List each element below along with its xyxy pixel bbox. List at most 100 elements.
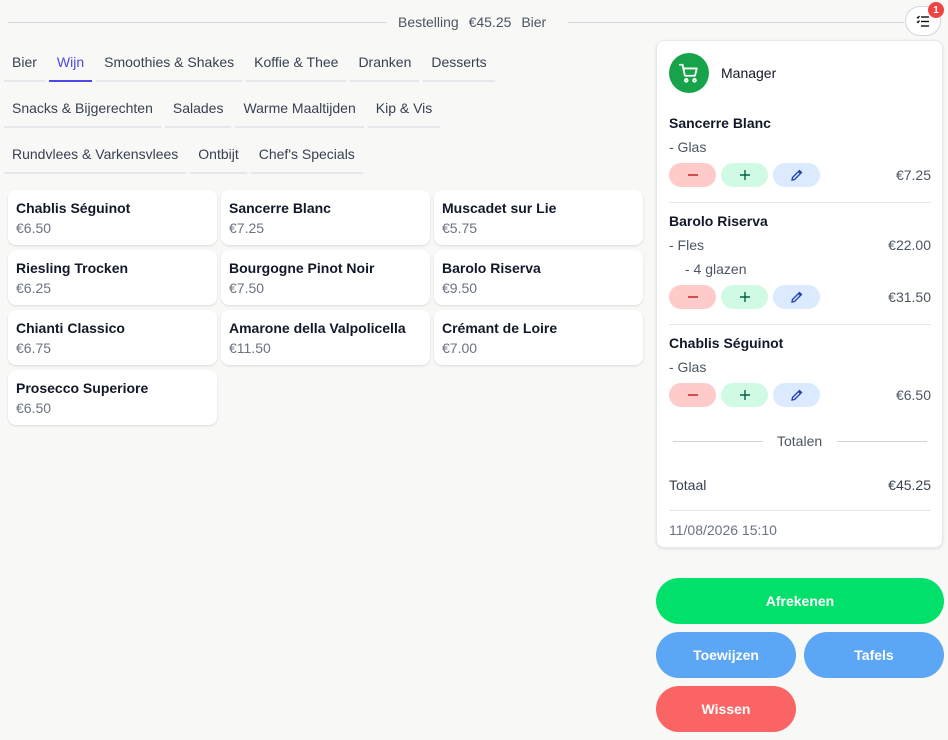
user-name: Manager [721, 65, 777, 81]
increase-button[interactable] [721, 163, 768, 187]
increase-button[interactable] [721, 383, 768, 407]
category-tabs: Bier Wijn Smoothies & Shakes Koffie & Thee D… [4, 46, 644, 184]
product-card[interactable]: Bourgogne Pinot Noir €7.50 [221, 250, 430, 305]
product-price: €11.50 [229, 340, 271, 356]
tab-snacks-bijgerechten[interactable]: Snacks & Bijgerechten [4, 92, 161, 128]
tab-desserts[interactable]: Desserts [423, 46, 495, 82]
total-divider [669, 510, 931, 511]
tab-ontbijt[interactable]: Ontbijt [190, 138, 247, 174]
plus-icon [739, 292, 750, 302]
decrease-button[interactable] [669, 163, 716, 187]
tables-button[interactable]: Tafels [804, 632, 944, 678]
tab-kip-vis[interactable]: Kip & Vis [367, 92, 441, 128]
tab-row-3: Rundvlees & Varkensvlees Ontbijt Chef's Sp… [4, 138, 644, 184]
order-item-name: Chablis Séguinot [669, 335, 784, 351]
order-amount: €45.25 [468, 14, 512, 30]
shopping-cart-icon [678, 63, 698, 83]
decrease-button[interactable] [669, 383, 716, 407]
product-price: €7.25 [229, 220, 265, 236]
product-price: €6.50 [16, 400, 52, 416]
product-card[interactable]: Chablis Séguinot €6.50 [8, 190, 217, 245]
product-name: Chablis Séguinot [16, 200, 131, 216]
order-item-controls: €7.25 [669, 163, 931, 187]
tab-dranken[interactable]: Dranken [350, 46, 420, 82]
edit-button[interactable] [773, 383, 820, 407]
product-name: Crémant de Loire [442, 320, 558, 336]
product-card[interactable]: Amarone della Valpolicella €11.50 [221, 310, 430, 365]
order-category: Bier [521, 14, 547, 30]
order-item-name: Sancerre Blanc [669, 115, 771, 131]
tab-row-2: Snacks & Bijgerechten Salades Warme Maalti… [4, 92, 644, 138]
decrease-button[interactable] [669, 285, 716, 309]
product-name: Muscadet sur Lie [442, 200, 557, 216]
order-item-variant: - Glas [669, 139, 707, 155]
order-item-extra: - 4 glazen [685, 261, 747, 277]
product-card[interactable]: Riesling Trocken €6.25 [8, 250, 217, 305]
order-count-badge: 1 [928, 2, 944, 18]
minus-icon [687, 394, 698, 396]
grand-total-row: Totaal €45.25 [669, 477, 931, 493]
product-card[interactable]: Sancerre Blanc €7.25 [221, 190, 430, 245]
tab-warme-maaltijden[interactable]: Warme Maaltijden [235, 92, 364, 128]
product-name: Barolo Riserva [442, 260, 541, 276]
product-price: €7.50 [229, 280, 265, 296]
order-label: Bestelling [398, 14, 459, 30]
order-item-controls: €31.50 [669, 285, 931, 309]
order-item: Chablis Séguinot - Glas €6.50 [669, 335, 931, 407]
totals-heading-text: Totalen [777, 433, 823, 449]
plus-icon [739, 390, 750, 400]
order-item-total: €7.25 [895, 167, 931, 183]
tab-koffie-thee[interactable]: Koffie & Thee [246, 46, 347, 82]
product-price: €6.50 [16, 220, 52, 236]
order-user: Manager [669, 53, 776, 93]
tab-chef-s-specials[interactable]: Chef's Specials [250, 138, 363, 174]
plus-icon [739, 170, 750, 180]
product-price: €5.75 [442, 220, 478, 236]
product-card[interactable]: Crémant de Loire €7.00 [434, 310, 643, 365]
tab-wijn[interactable]: Wijn [48, 46, 93, 82]
product-card[interactable]: Chianti Classico €6.75 [8, 310, 217, 365]
order-item-name: Barolo Riserva [669, 213, 768, 229]
product-grid: Chablis Séguinot €6.50 Sancerre Blanc €7.25… [8, 190, 644, 425]
tab-rundvlees-varkensvlees[interactable]: Rundvlees & Varkensvlees [4, 138, 187, 174]
product-name: Riesling Trocken [16, 260, 129, 276]
totals-divider-left [673, 441, 763, 442]
tab-salades[interactable]: Salades [164, 92, 232, 128]
pencil-icon [790, 389, 802, 401]
product-price: €7.00 [442, 340, 478, 356]
clear-button[interactable]: Wissen [656, 686, 796, 732]
order-item-variant-row: - Fles €22.00 [669, 237, 931, 253]
product-card[interactable]: Muscadet sur Lie €5.75 [434, 190, 643, 245]
header-divider-right [568, 22, 904, 23]
edit-button[interactable] [773, 163, 820, 187]
product-price: €6.75 [16, 340, 52, 356]
edit-button[interactable] [773, 285, 820, 309]
order-datetime: 11/08/2026 15:10 [669, 522, 777, 538]
assign-button[interactable]: Toewijzen [656, 632, 796, 678]
tab-smoothies-shakes[interactable]: Smoothies & Shakes [96, 46, 243, 82]
order-panel: Manager Sancerre Blanc - Glas €7.25 Baro… [656, 40, 943, 548]
product-name: Amarone della Valpolicella [229, 320, 406, 336]
product-price: €6.25 [16, 280, 52, 296]
tab-bier[interactable]: Bier [4, 46, 45, 82]
order-item-variant-row: - Glas [669, 359, 931, 375]
pencil-icon [790, 169, 802, 181]
grand-total-value: €45.25 [888, 477, 931, 493]
minus-icon [687, 296, 698, 298]
product-name: Bourgogne Pinot Noir [229, 260, 375, 276]
checkout-button[interactable]: Afrekenen [656, 578, 944, 624]
product-card[interactable]: Barolo Riserva €9.50 [434, 250, 643, 305]
header-divider-left [8, 22, 386, 23]
product-name: Sancerre Blanc [229, 200, 331, 216]
order-item-variant: - Glas [669, 359, 707, 375]
totals-divider-right [837, 441, 927, 442]
order-item-variant-price: €22.00 [888, 237, 931, 253]
product-price: €9.50 [442, 280, 478, 296]
list-check-icon [916, 15, 929, 27]
order-item: Barolo Riserva - Fles €22.00 - 4 glazen … [669, 213, 931, 309]
product-name: Chianti Classico [16, 320, 125, 336]
product-card[interactable]: Prosecco Superiore €6.50 [8, 370, 217, 425]
totals-heading: Totalen [673, 433, 927, 451]
increase-button[interactable] [721, 285, 768, 309]
order-item-controls: €6.50 [669, 383, 931, 407]
